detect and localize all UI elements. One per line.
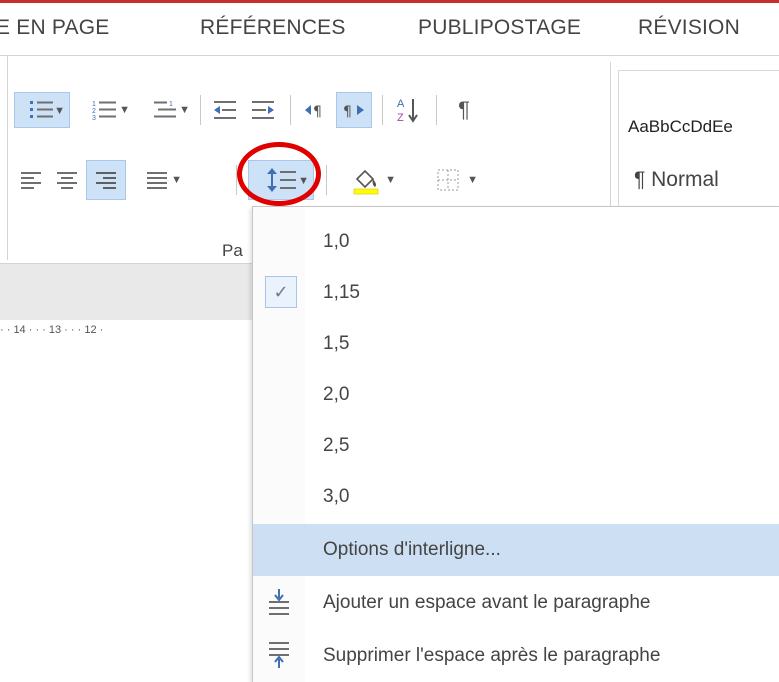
- space-before-icon: [269, 589, 289, 615]
- chevron-down-icon: ▼: [385, 174, 396, 186]
- group-separator: [610, 62, 611, 212]
- menu-item-label: 3,0: [323, 486, 350, 507]
- shading-button[interactable]: ▼: [334, 160, 398, 200]
- align-right-icon: [96, 172, 116, 189]
- rtl-button[interactable]: ¶: [336, 92, 372, 128]
- pilcrow-icon: ¶: [458, 97, 470, 122]
- chevron-down-icon: ▼: [54, 105, 65, 117]
- menu-item-label: 2,0: [323, 384, 350, 405]
- divider: [326, 165, 327, 195]
- menu-item-label: Ajouter un espace avant le paragraphe: [323, 592, 651, 613]
- remove-space-after-item[interactable]: Supprimer l'espace après le paragraphe: [253, 630, 779, 682]
- tab-references[interactable]: RÉFÉRENCES: [200, 16, 346, 40]
- ribbon-divider: [7, 56, 8, 260]
- tab-publipostage[interactable]: PUBLIPOSTAGE: [418, 16, 581, 40]
- menu-item-2-5[interactable]: 2,5: [253, 420, 779, 472]
- menu-item-label: 2,5: [323, 435, 350, 456]
- chevron-down-icon: ▼: [467, 174, 478, 186]
- menu-item-label: 1,0: [323, 231, 350, 252]
- divider: [382, 95, 383, 125]
- multilevel-list-icon: 1: [154, 101, 176, 118]
- space-after-icon: [269, 642, 289, 668]
- menu-item-3-0[interactable]: 3,0: [253, 471, 779, 523]
- shading-icon: [353, 169, 379, 195]
- sort-button[interactable]: A Z: [390, 90, 426, 130]
- decrease-indent-icon: [214, 101, 236, 119]
- ltr-icon: ¶: [305, 104, 322, 120]
- menu-item-label: Supprimer l'espace après le paragraphe: [323, 645, 661, 666]
- align-center-button[interactable]: [50, 162, 84, 198]
- ribbon-tabs: E EN PAGE RÉFÉRENCES PUBLIPOSTAGE RÉVISI…: [0, 3, 779, 56]
- document-background: [0, 264, 253, 321]
- borders-icon: [437, 169, 459, 191]
- justify-icon: [147, 172, 167, 189]
- line-spacing-menu: 1,0 ✓ 1,15 1,5 2,0 2,5 3,0 Options d'int…: [252, 206, 779, 682]
- rtl-icon: ¶: [343, 104, 364, 120]
- style-sample-text[interactable]: AaBbCcDdEe: [628, 117, 733, 137]
- checkmark-icon: ✓: [265, 276, 297, 308]
- menu-item-label: 1,5: [323, 333, 350, 354]
- horizontal-ruler[interactable]: · · 14 · · · 13 · · · 12 ·: [0, 320, 253, 340]
- numbering-icon: 123: [92, 101, 116, 121]
- group-label-paragraphe: Pa: [222, 241, 243, 260]
- justify-button[interactable]: ▼: [130, 162, 184, 198]
- svg-text:1: 1: [169, 101, 173, 108]
- decrease-indent-button[interactable]: [208, 92, 242, 128]
- annotation-circle: [237, 142, 321, 206]
- chevron-down-icon: ▼: [179, 104, 190, 116]
- svg-text:3: 3: [92, 115, 96, 121]
- tab-mise-en-page[interactable]: E EN PAGE: [0, 16, 109, 40]
- menu-item-1-0[interactable]: 1,0: [253, 216, 779, 268]
- bullets-button[interactable]: ▼: [14, 92, 70, 128]
- svg-text:2: 2: [92, 108, 96, 115]
- menu-item-2-0[interactable]: 2,0: [253, 369, 779, 421]
- align-left-icon: [21, 172, 41, 189]
- increase-indent-button[interactable]: [246, 92, 280, 128]
- line-spacing-options-item[interactable]: Options d'interligne...: [253, 524, 779, 576]
- sort-icon: A Z: [397, 98, 418, 124]
- divider: [200, 95, 201, 125]
- document-page[interactable]: [0, 341, 253, 681]
- svg-text:1: 1: [92, 101, 96, 108]
- svg-text:A: A: [397, 98, 405, 110]
- menu-item-1-5[interactable]: 1,5: [253, 318, 779, 370]
- menu-item-1-15[interactable]: ✓ 1,15: [253, 267, 779, 319]
- align-center-icon: [57, 172, 77, 189]
- menu-item-label: 1,15: [323, 282, 360, 303]
- divider: [436, 95, 437, 125]
- align-right-button[interactable]: [86, 160, 126, 200]
- svg-text:Z: Z: [397, 112, 404, 124]
- chevron-down-icon: ▼: [119, 104, 130, 116]
- chevron-down-icon: ▼: [171, 174, 182, 186]
- style-normal[interactable]: ¶ Normal: [634, 168, 719, 192]
- svg-text:¶: ¶: [313, 104, 322, 120]
- increase-indent-icon: [252, 101, 274, 119]
- borders-button[interactable]: ▼: [416, 160, 480, 200]
- align-left-button[interactable]: [14, 162, 48, 198]
- multilevel-list-button[interactable]: 1 ▼: [138, 92, 192, 128]
- numbering-button[interactable]: 123 ▼: [78, 92, 132, 128]
- bullets-icon: [30, 101, 53, 118]
- show-marks-button[interactable]: ¶: [446, 92, 482, 128]
- tab-revision[interactable]: RÉVISION: [638, 16, 740, 40]
- divider: [290, 95, 291, 125]
- add-space-before-item[interactable]: Ajouter un espace avant le paragraphe: [253, 577, 779, 629]
- ltr-button[interactable]: ¶: [298, 92, 332, 128]
- menu-item-label: Options d'interligne...: [323, 539, 501, 560]
- svg-text:¶: ¶: [343, 104, 352, 120]
